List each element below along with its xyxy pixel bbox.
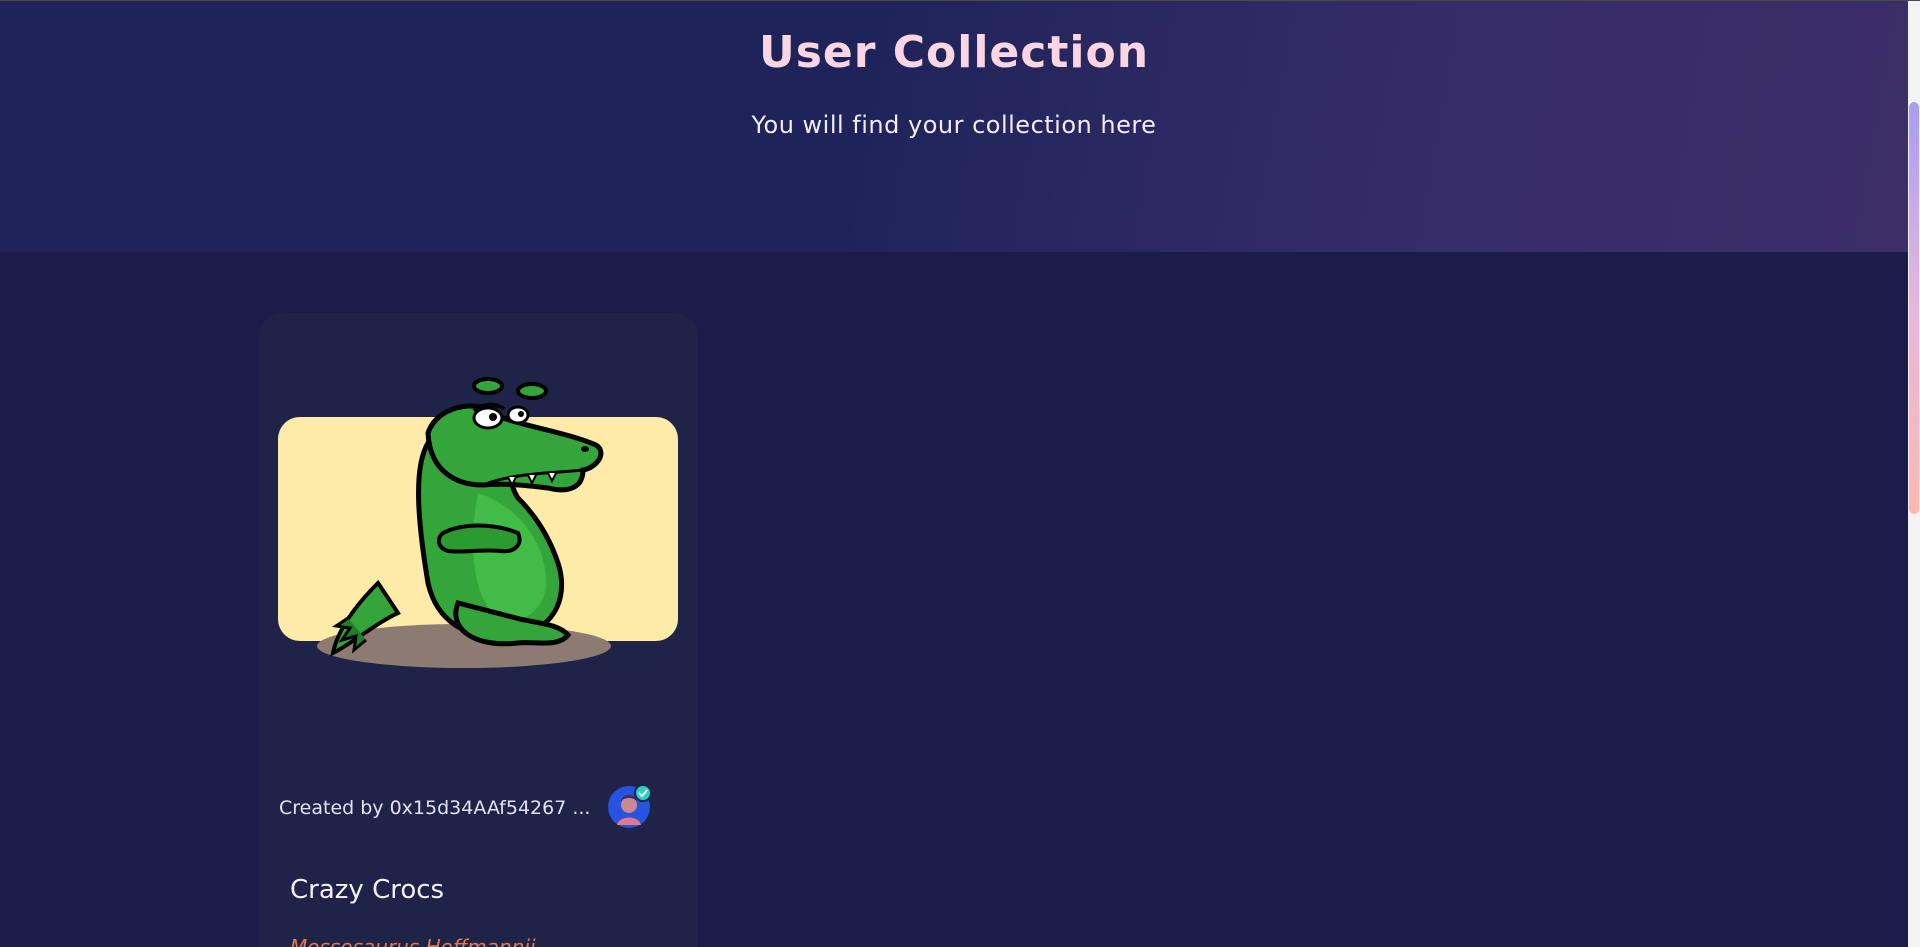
creator-label[interactable]: Created by 0x15d34AAf54267 ... [279,797,590,819]
nft-card[interactable]: Created by 0x15d34AAf54267 ... Crazy Cro… [259,313,698,947]
page-subtitle: You will find your collection here [751,111,1157,139]
creator-row: Created by 0x15d34AAf54267 ... [279,783,679,831]
crocodile-illustration-icon[interactable] [278,373,678,673]
hero-header: User Collection You will find your colle… [0,1,1908,252]
page: User Collection You will find your colle… [0,0,1920,947]
page-title: User Collection [758,27,1150,78]
verified-avatar-icon[interactable] [607,784,652,829]
nft-title[interactable]: Crazy Crocs [290,875,444,905]
scrollbar-thumb[interactable] [1909,102,1919,514]
nft-subtitle: Mossosaurus Hoffmannii [290,935,536,947]
